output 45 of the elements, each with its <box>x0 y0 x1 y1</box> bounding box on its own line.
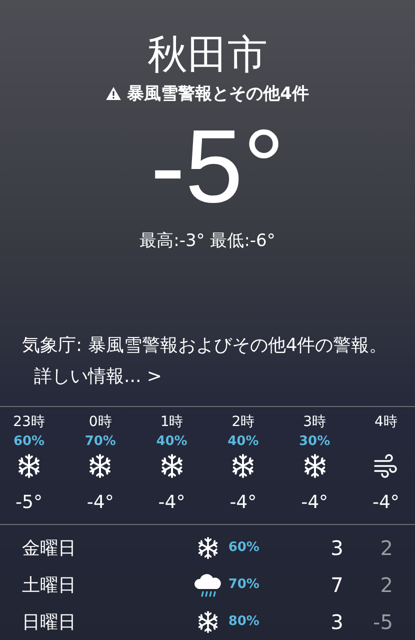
precipitation-chance: 70% <box>228 577 260 592</box>
day-name: 日曜日 <box>22 610 77 634</box>
hour-temperature: -5° <box>16 491 42 515</box>
precipitation-chance: 40% <box>156 433 188 451</box>
hour-label: 23時 <box>13 413 45 432</box>
hour-temperature: -4° <box>86 491 114 515</box>
hour-label: 3時 <box>303 413 326 432</box>
precipitation-chance: 80% <box>228 614 260 629</box>
hour-label: 2時 <box>232 413 255 432</box>
low-temperature: 2 <box>379 536 393 560</box>
snowflake-icon <box>160 454 184 478</box>
high-low-temperature: 最高:-3° 最低:-6° <box>140 230 276 252</box>
wind-icon <box>372 454 399 478</box>
city-name: 秋田市 <box>148 31 268 80</box>
warning-icon <box>106 87 122 100</box>
precipitation-chance: 60% <box>228 540 260 555</box>
hour-label: 0時 <box>88 413 112 432</box>
precipitation-chance: 60% <box>13 433 45 451</box>
high-temperature: 7 <box>330 572 344 596</box>
high-temperature: 3 <box>330 610 344 634</box>
hour-temperature: -4° <box>230 491 257 515</box>
alert-banner[interactable]: 暴風雪警報とその他4件 <box>127 82 309 105</box>
alert-message: 気象庁: 暴風雪警報およびその他4件の警報。 <box>22 335 388 356</box>
rain-cloud-icon <box>194 572 222 598</box>
low-temperature: -5 <box>372 610 393 634</box>
hour-temperature: -4° <box>372 491 400 515</box>
snowflake-icon <box>197 536 220 558</box>
snowflake-icon <box>88 454 112 478</box>
day-name: 金曜日 <box>22 536 77 560</box>
hour-temperature: -4° <box>158 491 186 515</box>
more-info-link[interactable]: 詳しい情報... > <box>34 366 162 387</box>
precipitation-chance: 70% <box>84 433 116 451</box>
hour-label: 1時 <box>160 413 184 432</box>
snowflake-icon <box>17 454 41 478</box>
current-temperature: -5° <box>150 108 285 227</box>
precipitation-chance: 30% <box>299 433 330 451</box>
snowflake-icon <box>197 610 220 632</box>
hour-label: 4時 <box>374 413 398 432</box>
low-temperature: 2 <box>379 572 393 596</box>
day-name: 土曜日 <box>22 574 77 596</box>
high-temperature: 3 <box>330 536 344 560</box>
precipitation-chance: 40% <box>228 433 259 451</box>
snowflake-icon <box>302 454 327 478</box>
snowflake-icon <box>231 454 256 478</box>
hour-temperature: -4° <box>301 491 328 515</box>
